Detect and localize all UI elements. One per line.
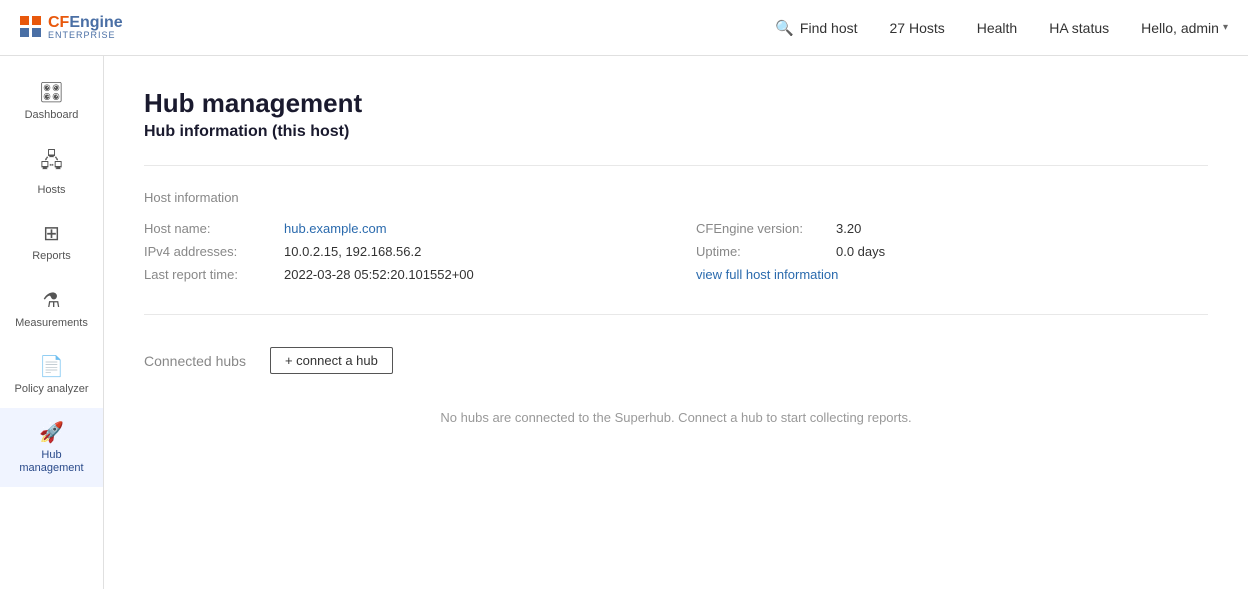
connect-hub-button[interactable]: + connect a hub bbox=[270, 347, 393, 374]
find-host-label: Find host bbox=[800, 20, 858, 36]
logo-text: CF Engine ENTERPRISE bbox=[48, 14, 123, 41]
connected-hubs-label: Connected hubs bbox=[144, 353, 246, 369]
sidebar-item-measurements[interactable]: ⚗ Measurements bbox=[0, 276, 103, 342]
sidebar-label-hosts: Hosts bbox=[37, 184, 65, 197]
host-info-section-title: Host information bbox=[144, 190, 1208, 205]
ha-status-link[interactable]: HA status bbox=[1049, 20, 1109, 36]
dashboard-icon: 🎛 bbox=[39, 80, 64, 105]
last-report-row: Last report time: 2022-03-28 05:52:20.10… bbox=[144, 267, 656, 282]
logo-engine: Engine bbox=[69, 14, 122, 32]
uptime-value: 0.0 days bbox=[836, 244, 885, 259]
chevron-down-icon: ▾ bbox=[1223, 22, 1228, 33]
reports-icon: ⊞ bbox=[43, 221, 60, 246]
last-report-label: Last report time: bbox=[144, 267, 284, 282]
health-link[interactable]: Health bbox=[977, 20, 1017, 36]
hosts-count-link[interactable]: 27 Hosts bbox=[890, 20, 945, 36]
cfengine-version-label: CFEngine version: bbox=[696, 221, 836, 236]
sidebar-label-measurements: Measurements bbox=[15, 317, 88, 330]
divider-2 bbox=[144, 314, 1208, 315]
page-subtitle: Hub information (this host) bbox=[144, 123, 1208, 141]
logo-grid-icon bbox=[20, 16, 42, 38]
logo-enterprise: ENTERPRISE bbox=[48, 31, 123, 41]
health-label: Health bbox=[977, 20, 1017, 36]
host-info-grid: Host name: hub.example.com IPv4 addresse… bbox=[144, 221, 1208, 290]
page-title: Hub management bbox=[144, 88, 1208, 119]
uptime-row: Uptime: 0.0 days bbox=[696, 244, 1208, 259]
connected-hubs-section: Connected hubs + connect a hub No hubs a… bbox=[144, 347, 1208, 441]
ha-status-label: HA status bbox=[1049, 20, 1109, 36]
sidebar-label-policy-analyzer: Policy analyzer bbox=[15, 383, 89, 396]
user-menu[interactable]: Hello, admin ▾ bbox=[1141, 20, 1228, 36]
sidebar-item-hub-management[interactable]: 🚀 Hub management bbox=[0, 408, 103, 487]
host-name-label: Host name: bbox=[144, 221, 284, 236]
logo-area: CF Engine ENTERPRISE bbox=[20, 14, 123, 41]
cfengine-version-value: 3.20 bbox=[836, 221, 861, 236]
find-host-link[interactable]: 🔍 Find host bbox=[775, 19, 857, 37]
last-report-value: 2022-03-28 05:52:20.101552+00 bbox=[284, 267, 474, 282]
sidebar-label-reports: Reports bbox=[32, 250, 71, 263]
connected-hubs-header: Connected hubs + connect a hub bbox=[144, 347, 1208, 374]
ipv4-label: IPv4 addresses: bbox=[144, 244, 284, 259]
sidebar-item-dashboard[interactable]: 🎛 Dashboard bbox=[0, 68, 103, 134]
header: CF Engine ENTERPRISE 🔍 Find host 27 Host… bbox=[0, 0, 1248, 56]
divider-1 bbox=[144, 165, 1208, 166]
host-name-value[interactable]: hub.example.com bbox=[284, 221, 387, 236]
empty-hubs-message: No hubs are connected to the Superhub. C… bbox=[144, 394, 1208, 441]
sidebar-label-dashboard: Dashboard bbox=[25, 109, 79, 122]
cfengine-version-row: CFEngine version: 3.20 bbox=[696, 221, 1208, 236]
main-content: Hub management Hub information (this hos… bbox=[104, 56, 1248, 589]
view-full-host-link[interactable]: view full host information bbox=[696, 267, 838, 282]
policy-analyzer-icon: 📄 bbox=[39, 354, 64, 379]
host-info-right: CFEngine version: 3.20 Uptime: 0.0 days … bbox=[696, 221, 1208, 290]
sidebar-item-hosts[interactable]: 🖧 Hosts bbox=[0, 134, 103, 209]
host-info-left: Host name: hub.example.com IPv4 addresse… bbox=[144, 221, 656, 290]
sidebar-item-policy-analyzer[interactable]: 📄 Policy analyzer bbox=[0, 342, 103, 408]
sidebar: 🎛 Dashboard 🖧 Hosts ⊞ Reports ⚗ Measurem… bbox=[0, 56, 104, 589]
logo-cf: CF bbox=[48, 14, 69, 32]
user-label: Hello, admin bbox=[1141, 20, 1219, 36]
sidebar-item-reports[interactable]: ⊞ Reports bbox=[0, 209, 103, 275]
uptime-label: Uptime: bbox=[696, 244, 836, 259]
body-wrap: 🎛 Dashboard 🖧 Hosts ⊞ Reports ⚗ Measurem… bbox=[0, 56, 1248, 589]
measurements-icon: ⚗ bbox=[43, 288, 61, 313]
hosts-count-label: 27 Hosts bbox=[890, 20, 945, 36]
hosts-icon: 🖧 bbox=[40, 146, 62, 180]
ipv4-value: 10.0.2.15, 192.168.56.2 bbox=[284, 244, 421, 259]
host-name-row: Host name: hub.example.com bbox=[144, 221, 656, 236]
header-nav: 🔍 Find host 27 Hosts Health HA status He… bbox=[775, 19, 1228, 37]
ipv4-row: IPv4 addresses: 10.0.2.15, 192.168.56.2 bbox=[144, 244, 656, 259]
sidebar-label-hub-management: Hub management bbox=[8, 449, 95, 475]
search-icon: 🔍 bbox=[775, 19, 794, 37]
view-full-row: view full host information bbox=[696, 267, 1208, 282]
hub-management-icon: 🚀 bbox=[39, 420, 64, 445]
